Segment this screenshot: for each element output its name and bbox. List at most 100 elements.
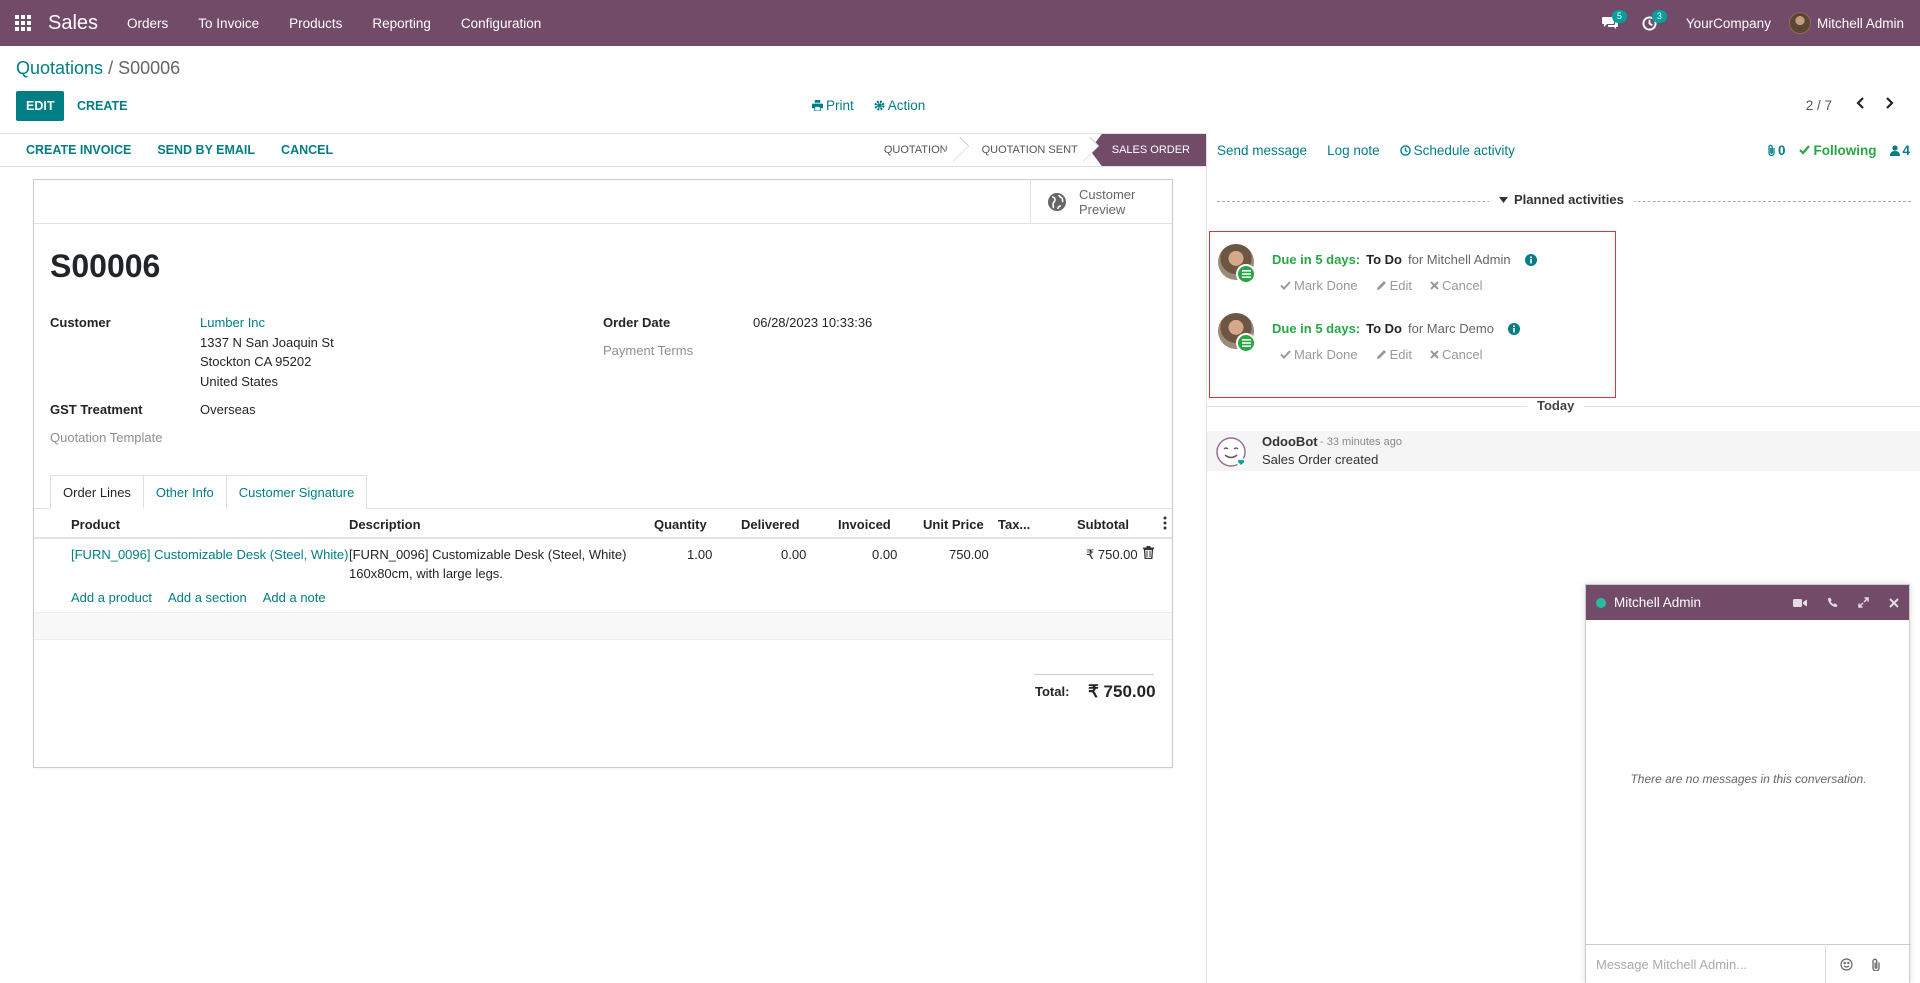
apps-menu-icon[interactable] [0, 0, 46, 46]
col-invoiced[interactable]: Invoiced [838, 517, 891, 532]
address-line-1: 1337 N San Joaquin St [200, 335, 334, 350]
notebook-tabs: Order Lines Other Info Customer Signatur… [50, 475, 368, 509]
activity-assignee: for Mitchell Admin [1408, 252, 1511, 267]
menu-orders[interactable]: Orders [112, 0, 183, 46]
message-date: - 33 minutes ago [1320, 436, 1402, 448]
button-box: Customer Preview [34, 180, 1172, 224]
chevron-right-icon[interactable] [1882, 96, 1896, 110]
payment-terms-label: Payment Terms [603, 343, 694, 358]
chat-window-title[interactable]: Mitchell Admin [1614, 595, 1701, 610]
info-icon[interactable] [1524, 253, 1537, 266]
menu-products[interactable]: Products [274, 0, 357, 46]
breadcrumb-quotations[interactable]: Quotations [16, 58, 103, 78]
attachments-count: 0 [1777, 142, 1786, 158]
paperclip-icon [1768, 144, 1775, 156]
col-delivered[interactable]: Delivered [741, 517, 800, 532]
create-invoice-button[interactable]: CREATE INVOICE [0, 143, 144, 157]
edit-button[interactable]: EDIT [16, 91, 65, 121]
table-row[interactable]: [FURN_0096] Customizable Desk (Steel, Wh… [34, 539, 1172, 585]
activity-summary: Due in 5 days: To Do for Marc Demo [1272, 321, 1520, 336]
pager-value[interactable]: 2 / 7 [1806, 98, 1832, 113]
create-button[interactable]: CREATE [68, 91, 137, 121]
optional-columns-icon[interactable] [1163, 516, 1167, 530]
activity-type: To Do [1366, 321, 1402, 336]
line-unit-price: 750.00 [949, 547, 989, 562]
total-divider [1034, 674, 1154, 675]
print-menu[interactable]: Print [812, 98, 854, 113]
cancel-activity-label: Cancel [1441, 278, 1483, 293]
info-icon[interactable] [1507, 322, 1520, 335]
trash-icon[interactable] [1143, 546, 1154, 559]
clock-icon [1399, 144, 1411, 156]
tab-customer-signature[interactable]: Customer Signature [225, 475, 368, 509]
check-icon [1280, 350, 1291, 359]
empty-row [34, 612, 1172, 640]
gear-icon [874, 100, 885, 111]
chat-window-header[interactable]: Mitchell Admin [1586, 585, 1909, 620]
mark-done-button[interactable]: Mark Done [1280, 347, 1358, 362]
edit-activity-button[interactable]: Edit [1376, 278, 1412, 293]
line-subtotal: ₹ 750.00 [1086, 547, 1138, 562]
send-message-button[interactable]: Send message [1207, 143, 1317, 158]
expand-icon[interactable] [1858, 597, 1869, 608]
mark-done-button[interactable]: Mark Done [1280, 278, 1358, 293]
globe-icon [1048, 193, 1066, 211]
stage-quotation-sent: QUOTATION SENT [962, 134, 1092, 166]
app-name[interactable]: Sales [48, 12, 98, 35]
activity-actions: Mark Done Edit Cancel [1280, 278, 1482, 293]
odoobot-avatar [1215, 436, 1247, 468]
smiley-icon[interactable] [1840, 958, 1853, 971]
cancel-order-button[interactable]: CANCEL [268, 143, 346, 157]
check-icon [1799, 145, 1811, 155]
user-menu[interactable]: Mitchell Admin [1788, 12, 1920, 34]
line-product[interactable]: [FURN_0096] Customizable Desk (Steel, Wh… [71, 547, 348, 562]
cancel-activity-button[interactable]: Cancel [1430, 347, 1482, 362]
close-icon [1430, 281, 1439, 290]
phone-icon[interactable] [1827, 597, 1838, 608]
action-menu[interactable]: Action [874, 98, 925, 113]
add-note-link[interactable]: Add a note [263, 590, 326, 605]
schedule-activity-button[interactable]: Schedule activity [1390, 143, 1525, 158]
todo-icon [1236, 264, 1256, 284]
company-switcher[interactable]: YourCompany [1670, 16, 1789, 31]
edit-activity-button[interactable]: Edit [1376, 347, 1412, 362]
chat-composer [1586, 944, 1911, 983]
tab-other-info[interactable]: Other Info [142, 475, 227, 509]
menu-reporting[interactable]: Reporting [357, 0, 446, 46]
tab-order-lines[interactable]: Order Lines [50, 475, 144, 509]
chat-window: Mitchell Admin There are no messages in … [1585, 584, 1911, 983]
paperclip-icon[interactable] [1871, 958, 1881, 971]
followers-count: 4 [1902, 142, 1910, 158]
attachments-button[interactable]: 0 [1767, 142, 1786, 158]
activity-menu[interactable]: 3 [1630, 0, 1670, 46]
add-section-link[interactable]: Add a section [168, 590, 247, 605]
order-lines-header: Product Description Quantity Delivered I… [34, 509, 1172, 539]
col-taxes[interactable]: Tax... [998, 517, 1030, 532]
activity-summary: Due in 5 days: To Do for Mitchell Admin [1272, 252, 1537, 267]
activity-assignee: for Marc Demo [1408, 321, 1494, 336]
menu-to-invoice[interactable]: To Invoice [183, 0, 274, 46]
customer-preview-button[interactable]: Customer Preview [1030, 180, 1172, 224]
pager-arrows [1854, 96, 1896, 110]
close-icon[interactable] [1889, 597, 1899, 608]
chevron-left-icon[interactable] [1854, 96, 1868, 110]
planned-activities-toggle[interactable]: Planned activities [1489, 192, 1634, 207]
add-product-link[interactable]: Add a product [71, 590, 152, 605]
col-unit-price[interactable]: Unit Price [923, 517, 984, 532]
message-author[interactable]: OdooBot [1262, 434, 1318, 449]
chat-message-input[interactable] [1586, 945, 1826, 983]
messaging-menu[interactable]: 5 [1590, 0, 1630, 46]
col-description[interactable]: Description [349, 517, 421, 532]
col-product[interactable]: Product [71, 517, 120, 532]
menu-configuration[interactable]: Configuration [446, 0, 556, 46]
col-subtotal[interactable]: Subtotal [1077, 517, 1129, 532]
cancel-activity-button[interactable]: Cancel [1430, 278, 1482, 293]
col-quantity[interactable]: Quantity [654, 517, 707, 532]
send-by-email-button[interactable]: SEND BY EMAIL [144, 143, 268, 157]
planned-activities-title: Planned activities [1514, 192, 1624, 207]
following-button[interactable]: Following [1799, 143, 1876, 158]
followers-button[interactable]: 4 [1890, 143, 1910, 158]
video-camera-icon[interactable] [1793, 598, 1807, 608]
customer-link[interactable]: Lumber Inc [200, 313, 265, 333]
log-note-button[interactable]: Log note [1317, 143, 1390, 158]
